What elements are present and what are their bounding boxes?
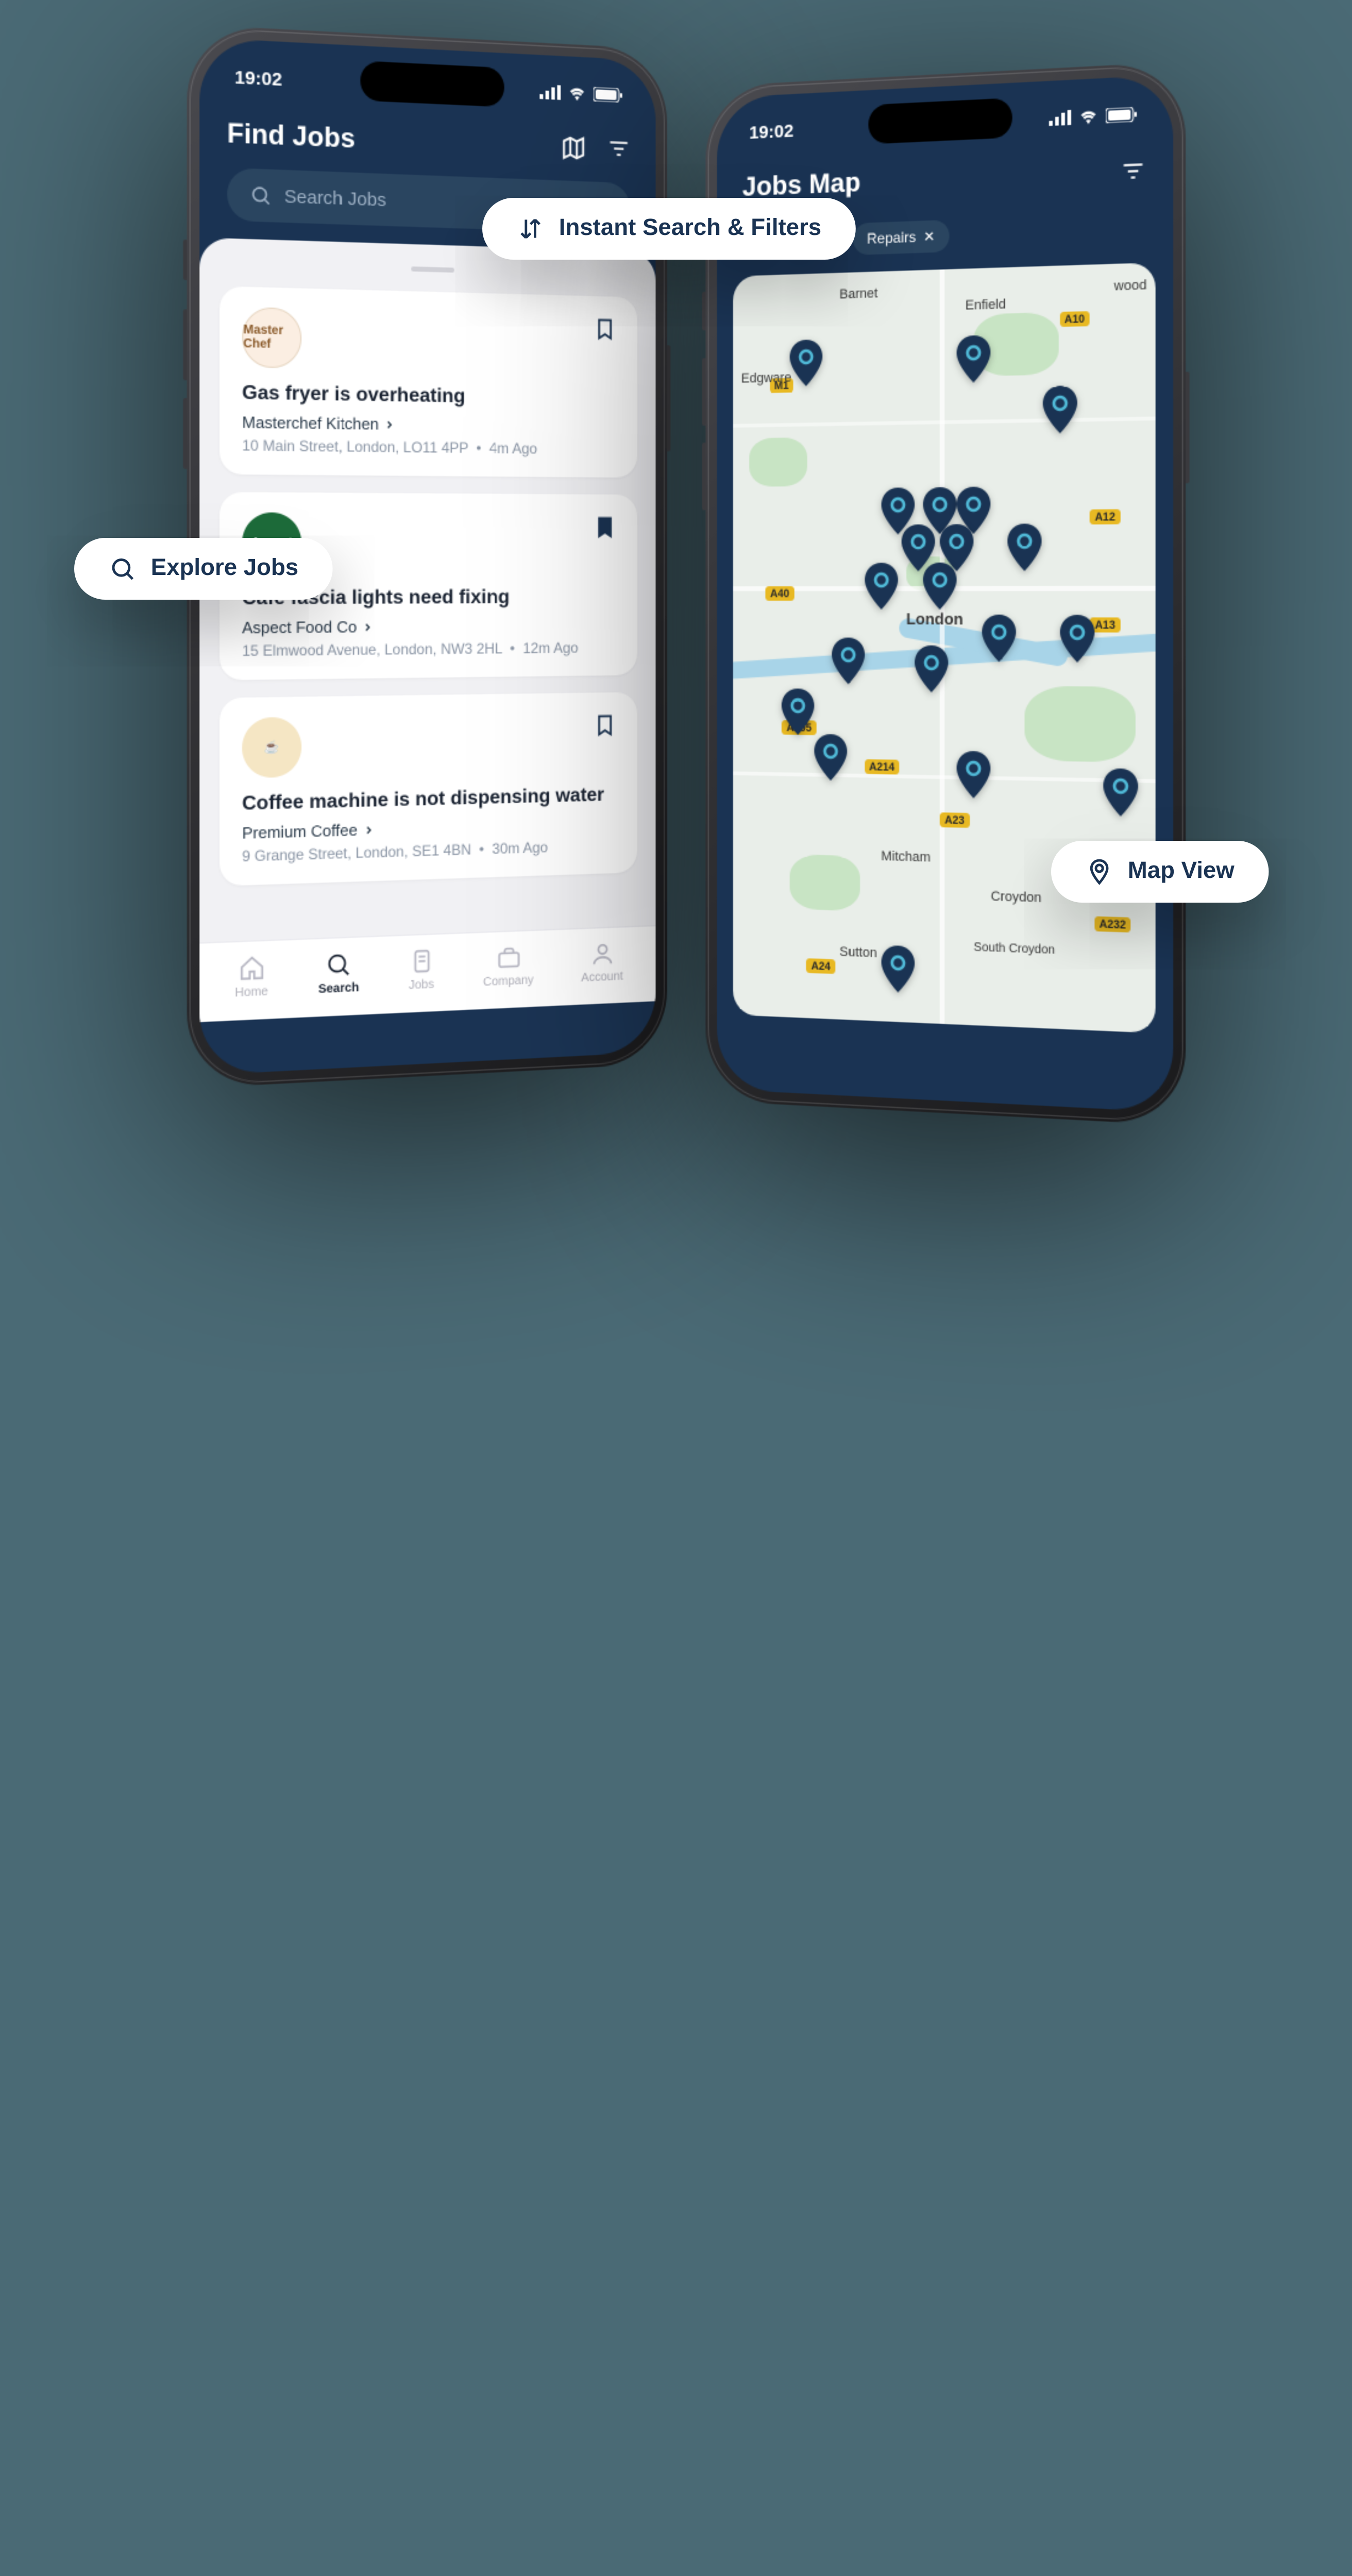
road-badge: A214 xyxy=(865,758,900,774)
job-company[interactable]: Masterchef Kitchen xyxy=(242,413,617,436)
status-time: 19:02 xyxy=(234,66,282,90)
job-card[interactable]: Master Chef Gas fryer is overheating Mas… xyxy=(219,286,637,478)
road-badge: A12 xyxy=(1090,510,1120,525)
status-icons xyxy=(1049,107,1138,126)
job-company[interactable]: Aspect Food Co xyxy=(242,616,617,637)
search-placeholder: Search Jobs xyxy=(284,185,386,210)
bookmark-button[interactable] xyxy=(594,315,617,349)
callout-instant-search: Instant Search & Filters xyxy=(482,198,856,260)
job-list: Master Chef Gas fryer is overheating Mas… xyxy=(199,238,655,1022)
map-pin[interactable] xyxy=(914,645,950,692)
bookmark-button[interactable] xyxy=(594,514,617,547)
search-icon xyxy=(249,183,272,207)
sheet-handle[interactable] xyxy=(411,266,454,273)
wifi-icon xyxy=(568,86,586,101)
map-pin[interactable] xyxy=(1007,523,1043,571)
map-icon[interactable] xyxy=(561,134,586,162)
job-meta: 9 Grange Street, London, SE1 4BN • 30m A… xyxy=(242,837,617,865)
filter-chip-category[interactable]: Repairs✕ xyxy=(853,219,950,255)
nav-jobs[interactable]: Jobs xyxy=(408,947,434,993)
filter-icon[interactable] xyxy=(1121,158,1145,184)
road-badge: A40 xyxy=(766,586,794,601)
road-badge: A24 xyxy=(806,958,835,974)
bookmark-button[interactable] xyxy=(594,712,617,745)
notch xyxy=(360,61,504,107)
search-icon xyxy=(109,555,136,583)
map-pin[interactable] xyxy=(956,334,992,382)
map-pin[interactable] xyxy=(922,562,958,609)
battery-icon xyxy=(594,87,623,103)
place-label: Edgware xyxy=(741,371,791,386)
map-pin[interactable] xyxy=(1041,386,1078,434)
place-label: South Croydon xyxy=(974,942,1055,957)
map-pin[interactable] xyxy=(781,689,816,736)
place-label: Enfield xyxy=(965,298,1006,314)
job-meta: 15 Elmwood Avenue, London, NW3 2HL • 12m… xyxy=(242,639,617,659)
company-avatar: ☕ xyxy=(242,717,301,778)
map-pin[interactable] xyxy=(880,944,916,992)
road-badge: A10 xyxy=(1059,311,1090,327)
road-badge: A232 xyxy=(1094,916,1131,932)
map-pin[interactable] xyxy=(1102,769,1139,817)
job-title: Coffee machine is not dispensing water xyxy=(242,785,617,816)
chevron-right-icon xyxy=(384,418,396,430)
bottom-nav: Home Search Jobs Company Account xyxy=(199,925,655,1022)
job-meta: 10 Main Street, London, LO11 4PP • 4m Ag… xyxy=(242,437,617,459)
place-label: Mitcham xyxy=(881,849,931,865)
place-label: wood xyxy=(1114,278,1147,294)
map-pin[interactable] xyxy=(789,338,824,386)
map[interactable]: M1 A10 A12 A40 A13 A23 A24 A205 A214 A23… xyxy=(733,263,1156,1033)
map-pin[interactable] xyxy=(981,615,1018,662)
place-label: Croydon xyxy=(991,890,1041,906)
callout-map-view: Map View xyxy=(1051,841,1269,903)
chevron-right-icon xyxy=(362,823,375,836)
map-pin[interactable] xyxy=(956,751,992,799)
road-badge: A23 xyxy=(940,812,969,828)
place-label: Barnet xyxy=(839,286,877,302)
place-label: London xyxy=(906,609,964,628)
page-title: Find Jobs xyxy=(227,117,356,155)
signal-icon xyxy=(1049,110,1071,126)
nav-account[interactable]: Account xyxy=(581,940,623,985)
status-icons xyxy=(539,84,623,103)
notch xyxy=(868,98,1012,144)
job-title: Gas fryer is overheating xyxy=(242,382,617,411)
nav-company[interactable]: Company xyxy=(483,943,534,990)
filter-icon[interactable] xyxy=(607,136,631,161)
sort-icon xyxy=(517,215,544,243)
map-pin[interactable] xyxy=(863,562,899,609)
map-pin[interactable] xyxy=(830,637,866,684)
signal-icon xyxy=(539,84,561,100)
nav-search[interactable]: Search xyxy=(318,950,359,997)
chevron-right-icon xyxy=(362,620,374,633)
map-pin[interactable] xyxy=(814,734,849,781)
battery-icon xyxy=(1106,107,1138,123)
place-label: Sutton xyxy=(839,945,877,961)
job-card[interactable]: ☕ Coffee machine is not dispensing water… xyxy=(219,692,637,886)
company-avatar: Master Chef xyxy=(242,307,301,369)
map-pin[interactable] xyxy=(1058,615,1095,663)
callout-explore-jobs: Explore Jobs xyxy=(74,538,333,600)
wifi-icon xyxy=(1078,109,1098,125)
map-pin-icon xyxy=(1086,858,1113,886)
close-icon[interactable]: ✕ xyxy=(923,228,935,245)
nav-home[interactable]: Home xyxy=(235,954,268,1001)
status-time: 19:02 xyxy=(749,120,793,143)
